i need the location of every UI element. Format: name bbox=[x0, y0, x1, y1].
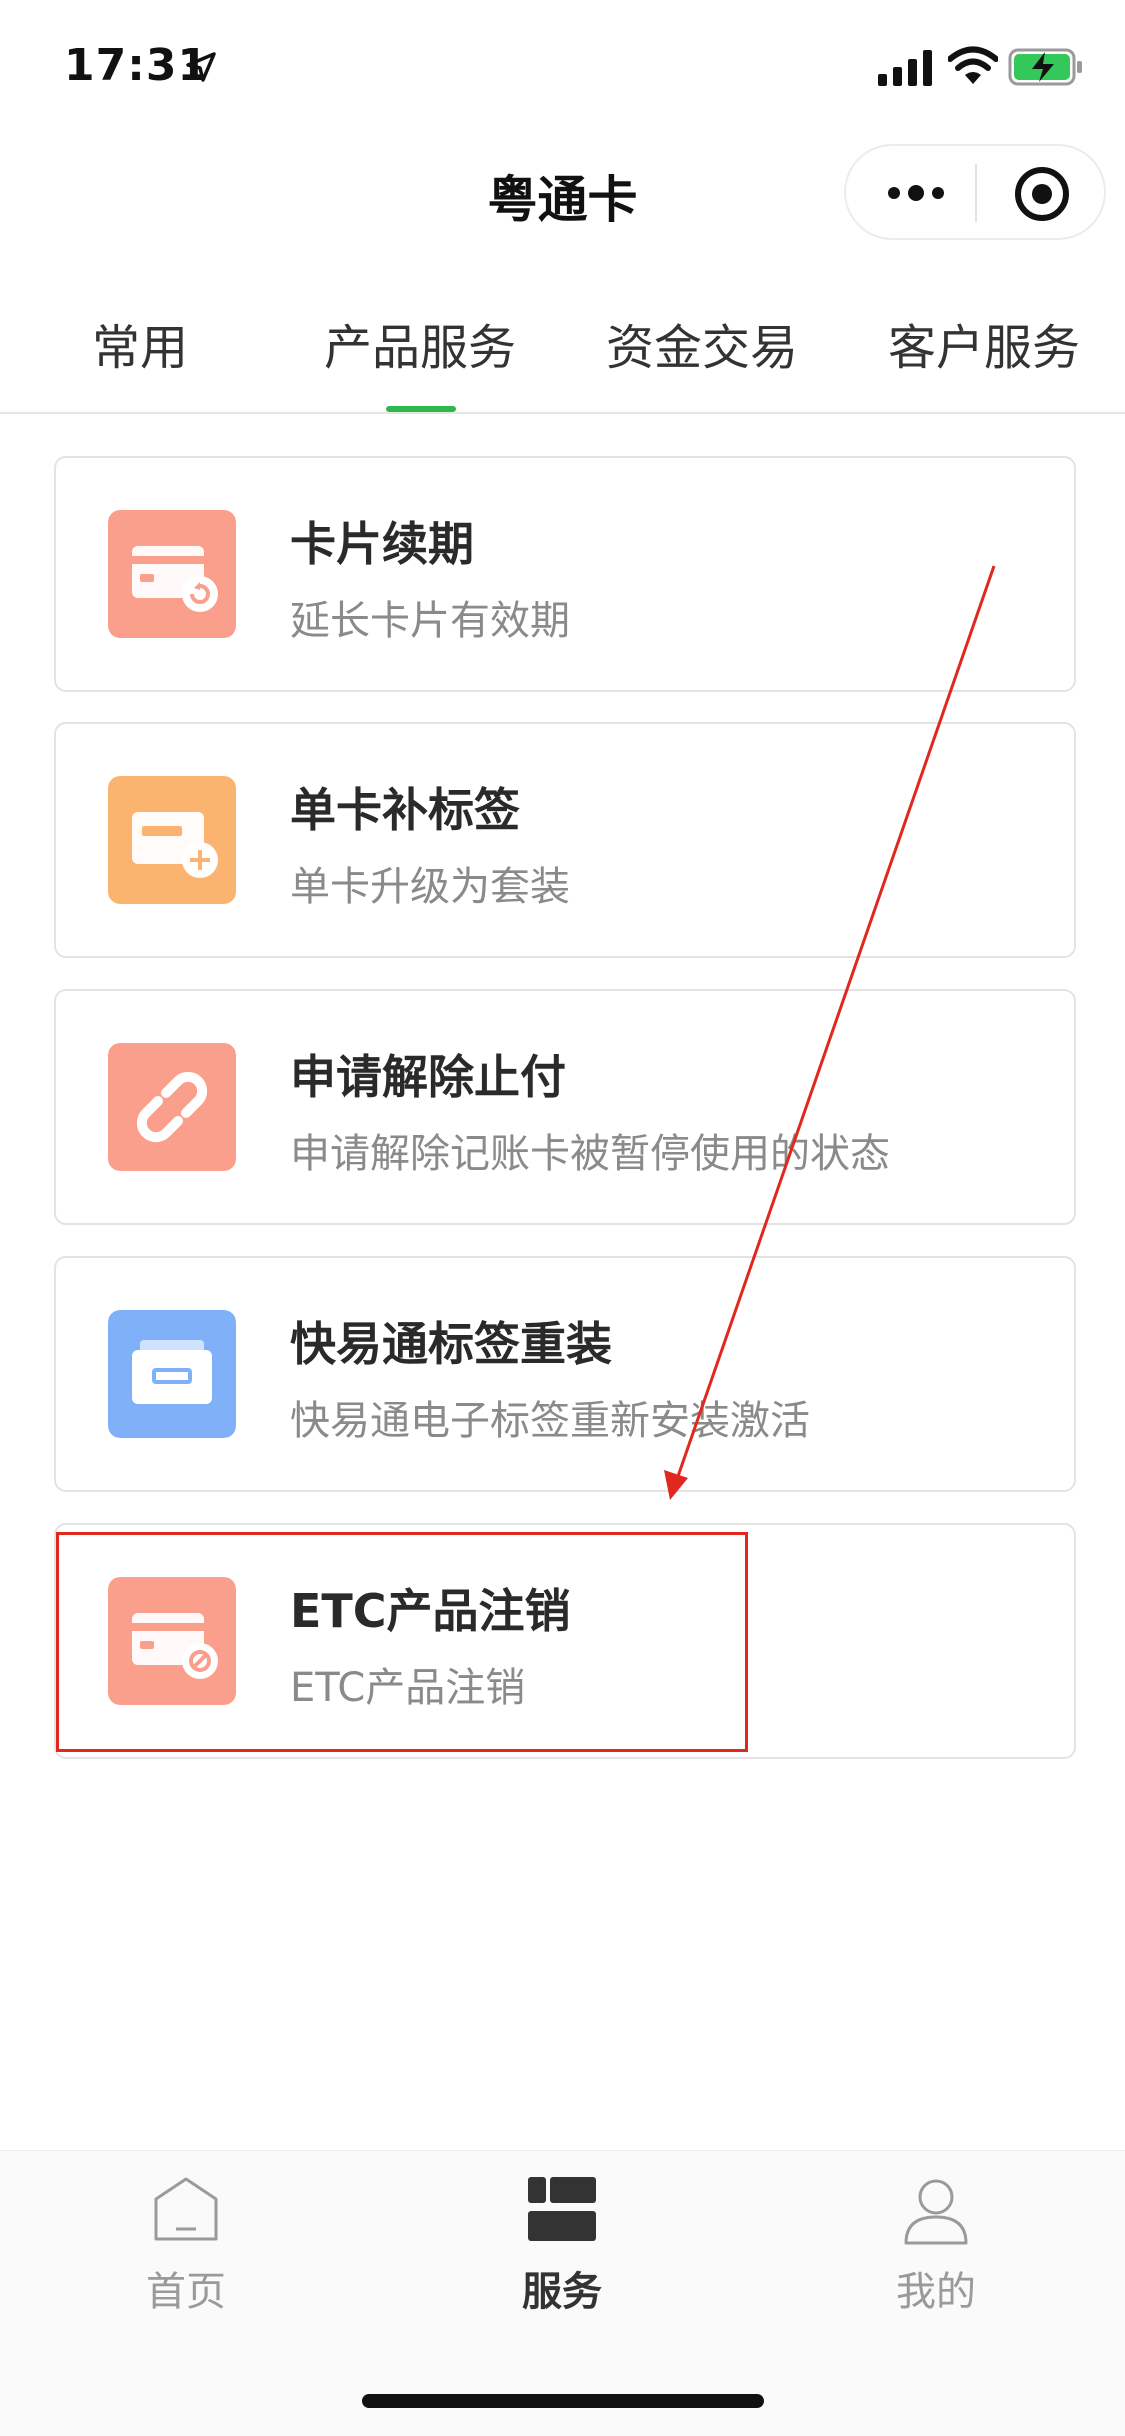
service-card-renew[interactable]: 卡片续期 延长卡片有效期 bbox=[54, 456, 1076, 692]
wifi-icon bbox=[948, 46, 998, 84]
card-title: 快易通标签重装 bbox=[290, 1317, 612, 1371]
tag-reinstall-icon bbox=[108, 1310, 236, 1438]
unlink-icon bbox=[108, 1043, 236, 1171]
tab-product-service[interactable]: 产品服务 bbox=[290, 308, 550, 378]
status-bar: 17:31 bbox=[0, 0, 1125, 132]
tab-fund-transaction[interactable]: 资金交易 bbox=[572, 308, 832, 378]
tab-label: 首页 bbox=[146, 2269, 226, 2315]
card-title: 单卡补标签 bbox=[290, 783, 520, 837]
card-subtitle: 申请解除记账卡被暂停使用的状态 bbox=[290, 1131, 890, 1177]
tab-label: 服务 bbox=[522, 2269, 602, 2315]
category-tabs: 常用 产品服务 资金交易 客户服务 bbox=[0, 290, 1125, 414]
close-miniprogram-icon[interactable] bbox=[1012, 164, 1072, 224]
home-indicator bbox=[362, 2394, 764, 2408]
cellular-signal-icon bbox=[878, 50, 932, 86]
card-subtitle: 单卡升级为套装 bbox=[290, 864, 570, 910]
miniprogram-capsule bbox=[844, 144, 1106, 240]
battery-charging-icon bbox=[1008, 48, 1082, 86]
user-icon bbox=[904, 2179, 968, 2245]
tab-label: 我的 bbox=[896, 2269, 976, 2315]
service-card-tag-reinstall[interactable]: 快易通标签重装 快易通电子标签重新安装激活 bbox=[54, 1256, 1076, 1492]
card-subtitle: 快易通电子标签重新安装激活 bbox=[290, 1398, 810, 1444]
tab-common[interactable]: 常用 bbox=[10, 308, 270, 378]
bottom-tab-home[interactable]: 首页 bbox=[86, 2169, 286, 2317]
capsule-divider bbox=[975, 164, 977, 222]
more-icon[interactable] bbox=[886, 176, 946, 210]
card-subtitle: 延长卡片有效期 bbox=[290, 598, 570, 644]
service-grid-icon bbox=[528, 2177, 596, 2241]
location-arrow-icon bbox=[186, 52, 216, 82]
tab-customer-service[interactable]: 客户服务 bbox=[854, 308, 1114, 378]
card-title: 申请解除止付 bbox=[290, 1050, 566, 1104]
home-icon bbox=[154, 2177, 218, 2241]
card-title: 卡片续期 bbox=[290, 517, 474, 571]
active-tab-indicator bbox=[386, 406, 456, 412]
annotation-highlight-box bbox=[56, 1532, 748, 1752]
bottom-tab-service[interactable]: 服务 bbox=[462, 2169, 662, 2317]
card-renew-icon bbox=[108, 510, 236, 638]
service-card-add-tag[interactable]: 单卡补标签 单卡升级为套装 bbox=[54, 722, 1076, 958]
service-card-lift-suspension[interactable]: 申请解除止付 申请解除记账卡被暂停使用的状态 bbox=[54, 989, 1076, 1225]
bottom-tab-mine[interactable]: 我的 bbox=[836, 2169, 1036, 2317]
card-add-icon bbox=[108, 776, 236, 904]
